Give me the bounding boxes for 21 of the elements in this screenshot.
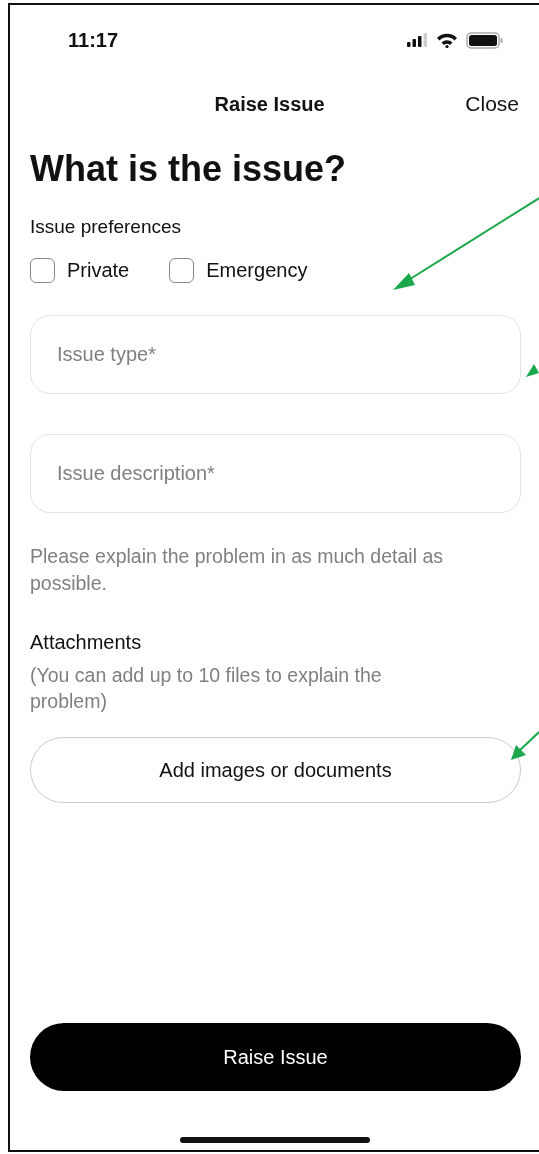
checkbox-label: Private — [67, 259, 130, 282]
wifi-icon — [436, 32, 458, 48]
signal-icon — [407, 33, 428, 47]
helper-text: (You can add up to 10 files to explain the problem) — [30, 663, 383, 714]
annotation-arrow — [510, 730, 539, 761]
add-attachments-button[interactable]: Add images or documents — [30, 737, 521, 803]
checkbox[interactable] — [169, 258, 195, 283]
annotation-arrow — [526, 363, 539, 377]
text-field[interactable]: Issue description* — [30, 434, 521, 513]
submit-button[interactable]: Raise Issue — [30, 1023, 521, 1091]
section-label: Attachments — [30, 631, 143, 654]
checkbox[interactable] — [30, 258, 55, 283]
section-label: Issue preferences — [30, 216, 183, 238]
screen-title: Raise Issue — [213, 92, 326, 116]
helper-text: Please explain the problem in as much detail as possible. — [30, 544, 444, 596]
checkbox-label: Emergency — [206, 259, 308, 282]
close-button[interactable]: Close — [465, 92, 519, 116]
battery-icon — [466, 31, 503, 49]
text-field[interactable]: Issue type* — [30, 315, 521, 394]
status-time: 11:17 — [68, 28, 119, 52]
page-heading: What is the issue? — [30, 147, 348, 191]
